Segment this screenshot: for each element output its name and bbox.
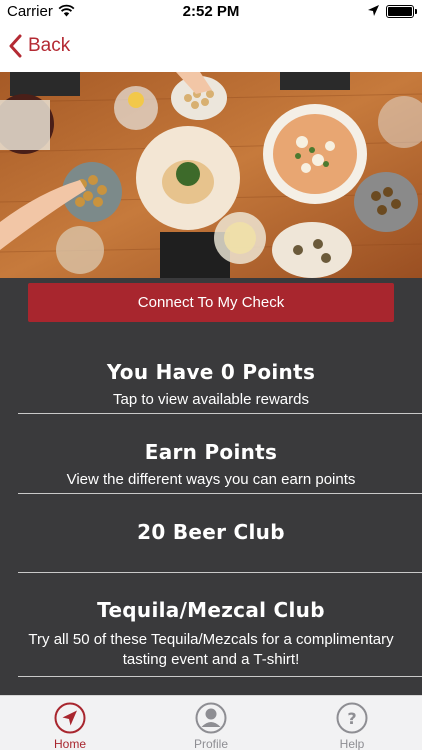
- tab-home[interactable]: Home: [0, 696, 140, 750]
- menu-item-beer-club[interactable]: 20 Beer Club: [0, 520, 422, 544]
- menu-item-subtitle: Tap to view available rewards: [113, 391, 309, 408]
- back-button[interactable]: Back: [8, 34, 70, 58]
- location-arrow-icon: [367, 4, 380, 21]
- divider: [18, 413, 422, 414]
- menu-item-earn-points[interactable]: Earn Points View the different ways you …: [0, 440, 422, 490]
- divider: [18, 572, 422, 573]
- hero-food-image: [0, 72, 422, 278]
- status-time: 2:52 PM: [182, 3, 240, 20]
- menu-item-title: Tequila/Mezcal Club: [97, 598, 325, 622]
- menu-item-points[interactable]: You Have 0 Points Tap to view available …: [0, 360, 422, 410]
- divider: [18, 493, 422, 494]
- navigation-bar: Back: [0, 24, 422, 72]
- tab-label: Home: [53, 737, 86, 750]
- menu-item-title: You Have 0 Points: [106, 360, 316, 384]
- battery-icon: [386, 5, 417, 18]
- menu-item-subtitle: View the different ways you can earn poi…: [66, 471, 356, 488]
- status-bar: Carrier 2:52 PM: [0, 0, 422, 24]
- menu-item-tequila-mezcal-club[interactable]: Tequila/Mezcal Club Try all 50 of these …: [0, 598, 422, 670]
- back-label: Back: [28, 35, 71, 56]
- navigation-arrow-icon: [54, 702, 86, 734]
- divider: [18, 676, 422, 677]
- tab-help[interactable]: ? Help: [282, 696, 422, 750]
- chevron-left-icon: [9, 34, 22, 58]
- tab-bar: Home Profile ? Help: [0, 695, 422, 750]
- tab-label: Help: [339, 737, 365, 750]
- menu-item-subtitle: Try all 50 of these Tequila/Mezcals for …: [28, 631, 394, 668]
- menu-item-title: Earn Points: [144, 440, 278, 464]
- tab-profile[interactable]: Profile: [141, 696, 281, 750]
- menu-item-title: 20 Beer Club: [137, 520, 285, 544]
- connect-to-my-check-button[interactable]: Connect To My Check: [28, 283, 394, 322]
- person-icon: [195, 702, 227, 734]
- tab-label: Profile: [193, 737, 228, 750]
- question-mark-icon: ?: [336, 702, 368, 734]
- svg-text:?: ?: [347, 709, 356, 728]
